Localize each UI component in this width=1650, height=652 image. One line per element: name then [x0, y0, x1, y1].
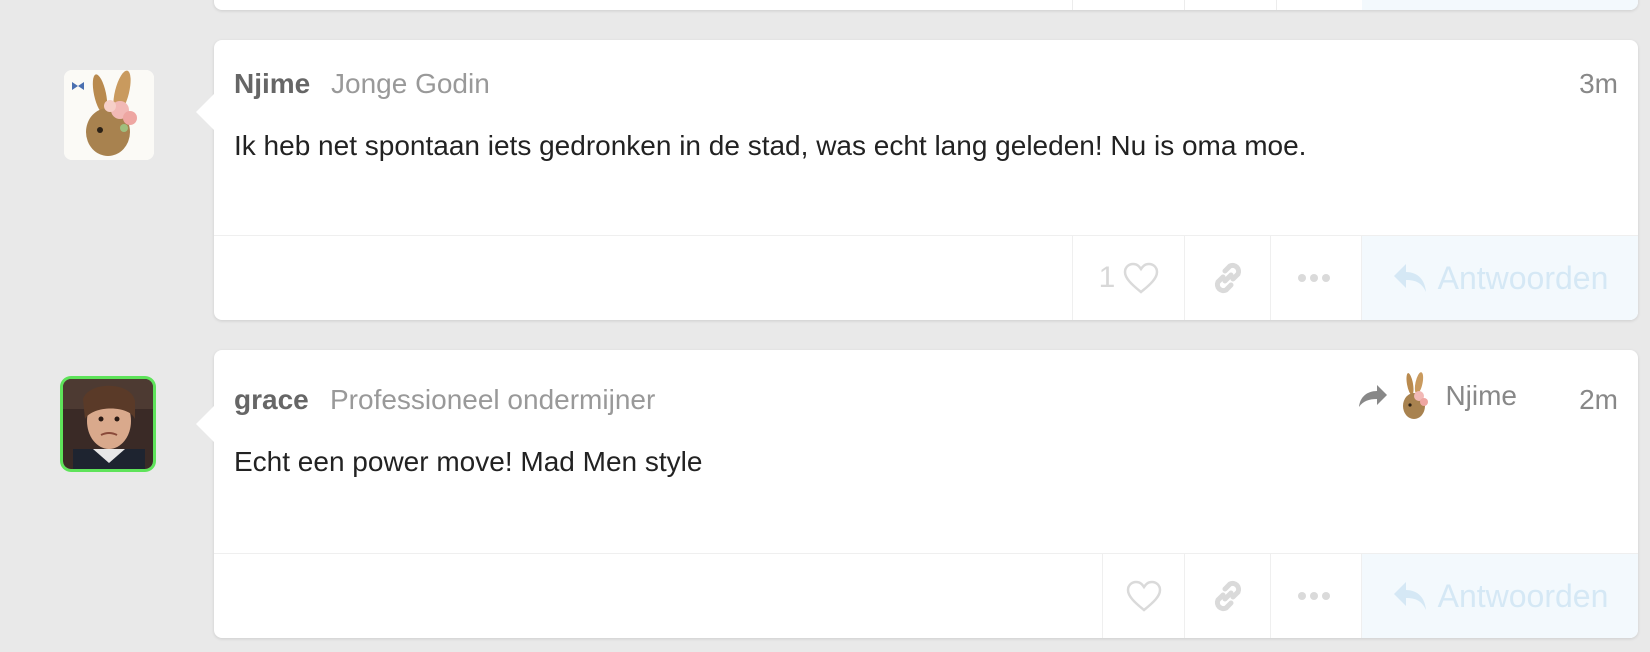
like-button[interactable]: 1: [1072, 236, 1185, 320]
woman-photo-avatar-icon: [63, 379, 153, 469]
post-time[interactable]: 3m: [1579, 68, 1618, 100]
previous-post-card: [214, 0, 1638, 10]
post-body: Echt een power move! Mad Men style: [234, 446, 703, 477]
avatar-njime[interactable]: [64, 70, 154, 160]
reply-to-avatar: [1397, 372, 1432, 420]
post-card: grace Professioneel ondermijner Njime 2m: [196, 350, 1638, 638]
share-arrow-icon: [1359, 385, 1388, 407]
reply-button[interactable]: Antwoorden: [1361, 554, 1638, 638]
rabbit-avatar-icon: [64, 70, 154, 160]
post-card: Njime Jonge Godin 3m Ik heb net spontaan…: [196, 40, 1638, 320]
rabbit-mini-avatar-icon: [1397, 372, 1432, 420]
reply-to-name: Njime: [1445, 380, 1517, 411]
username[interactable]: grace: [234, 384, 309, 416]
heart-icon: [1124, 262, 1159, 294]
post-body: Ik heb net spontaan iets gedronken in de…: [234, 130, 1307, 161]
reply-arrow-icon: [1393, 264, 1426, 292]
user-title: Professioneel ondermijner: [330, 384, 656, 415]
link-button[interactable]: [1184, 554, 1271, 638]
post-header: Njime Jonge Godin 3m: [234, 64, 1618, 100]
heart-icon: [1126, 580, 1162, 612]
reply-label: Antwoorden: [1437, 259, 1609, 296]
post-time[interactable]: 2m: [1579, 384, 1618, 416]
post-actions: Antwoorden: [214, 553, 1638, 638]
more-dots-icon: [1298, 274, 1330, 282]
username[interactable]: Njime: [234, 68, 310, 100]
link-button[interactable]: [1184, 236, 1271, 320]
reply-to-indicator[interactable]: Njime: [1357, 372, 1517, 420]
post-actions: 1 Antwoorden: [214, 235, 1638, 320]
more-button[interactable]: [1270, 554, 1357, 638]
avatar-grace[interactable]: [63, 379, 153, 469]
like-button[interactable]: [1102, 554, 1185, 638]
more-dots-icon: [1298, 592, 1330, 600]
like-count: 1: [1098, 261, 1116, 294]
reply-button[interactable]: Antwoorden: [1361, 236, 1638, 320]
user-title: Jonge Godin: [331, 68, 490, 99]
link-icon: [1214, 580, 1242, 612]
post-header: grace Professioneel ondermijner Njime 2m: [234, 372, 1618, 420]
link-icon: [1214, 262, 1242, 294]
more-button[interactable]: [1270, 236, 1357, 320]
reply-label: Antwoorden: [1437, 577, 1609, 614]
reply-arrow-icon: [1393, 582, 1426, 610]
